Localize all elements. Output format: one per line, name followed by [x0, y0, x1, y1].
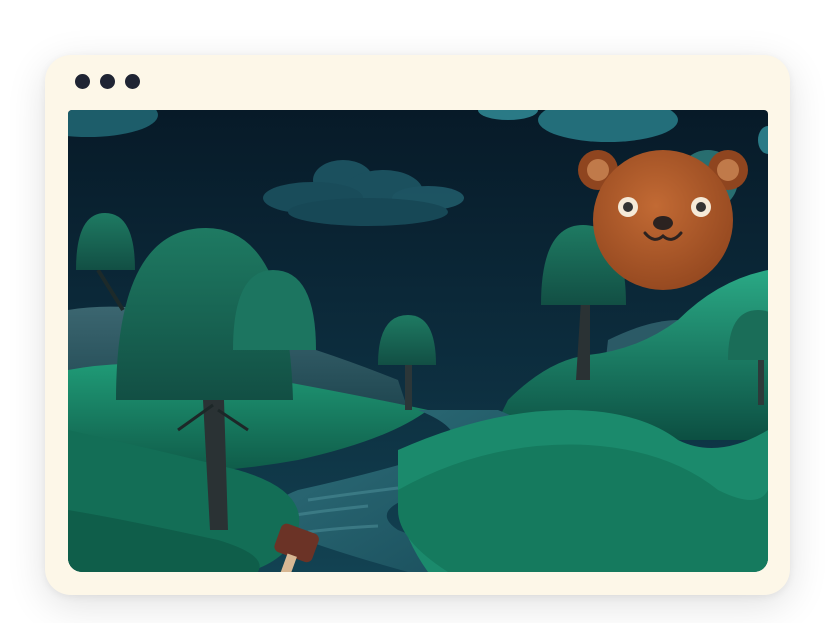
game-stage[interactable] — [68, 110, 768, 572]
window-dot-icon[interactable] — [75, 74, 90, 89]
game-window — [45, 55, 790, 595]
night-landscape-scene — [68, 110, 768, 572]
window-dot-icon[interactable] — [100, 74, 115, 89]
window-controls — [75, 74, 140, 89]
window-dot-icon[interactable] — [125, 74, 140, 89]
